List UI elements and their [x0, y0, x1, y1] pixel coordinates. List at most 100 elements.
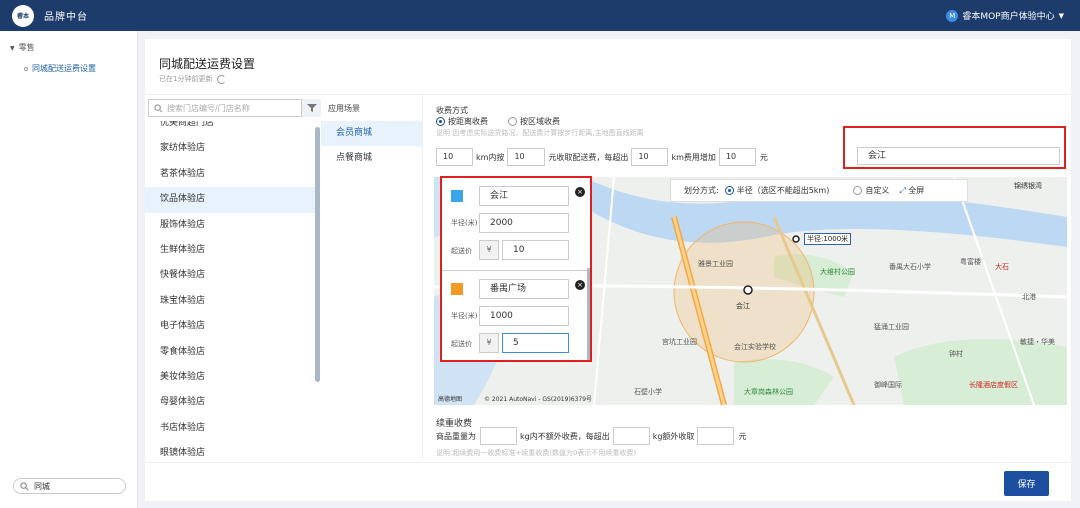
zone-name-input[interactable]: 番禺广场: [479, 279, 569, 299]
sidebar: ▼ 零售 同城配送运费设置 同城: [0, 31, 138, 508]
map-label: 御峰国际: [874, 381, 902, 389]
filter-icon[interactable]: [302, 99, 321, 117]
save-button[interactable]: 保存: [1004, 471, 1049, 496]
zone-min-input[interactable]: 10: [502, 240, 569, 260]
brand-title: 品牌中台: [44, 12, 88, 23]
map-label: 锦绣银湾: [1014, 182, 1042, 190]
update-status: 已在1分钟前更新: [159, 74, 227, 84]
store-list-item[interactable]: 优美商超门店: [145, 121, 316, 136]
scene-column: 应用场景 会员商城 点餐商城: [321, 95, 423, 459]
zone-color-swatch[interactable]: [451, 283, 463, 295]
close-icon[interactable]: ×: [575, 280, 585, 290]
charge-note: 说明:因考虑实际送货路况，配送费计算按步行距离,主地图直线距离: [436, 129, 644, 137]
close-icon[interactable]: ×: [575, 187, 585, 197]
weight-fee-row: 商品重量为 kg内不额外收费，每超出 kg额外收取 元: [436, 427, 746, 445]
page-title: 同城配送运费设置: [159, 57, 256, 71]
sidebar-group-retail[interactable]: ▼ 零售: [10, 42, 35, 53]
radio-unchecked-icon: [853, 186, 863, 195]
radio-checked-icon: [724, 186, 734, 195]
radio-by-region[interactable]: 按区域收费: [508, 116, 560, 127]
fullscreen-label: 全屏: [908, 186, 925, 195]
store-list-scrollbar[interactable]: [315, 127, 320, 382]
store-list-item[interactable]: 饮品体验店: [145, 187, 316, 213]
weight-free-input[interactable]: [480, 427, 517, 445]
brand-logo[interactable]: 睿本: [12, 4, 34, 27]
sidebar-search-input[interactable]: 同城: [13, 478, 126, 494]
search-icon: [20, 481, 29, 490]
weight-step-input[interactable]: [612, 427, 650, 445]
fullscreen-button[interactable]: ⤢ 全屏: [899, 185, 924, 196]
zone-radius-input[interactable]: 2000: [479, 213, 569, 233]
user-name: 睿本MOP商户体验中心: [962, 12, 1055, 22]
top-bar: 睿本 品牌中台 M 睿本MOP商户体验中心 ▼: [0, 0, 1080, 31]
division-mode-bar: 划分方式: 半径（选区不能超出5km) 自定义 ⤢ 全屏: [670, 179, 968, 202]
store-list-item[interactable]: 珠宝体验店: [145, 289, 316, 314]
store-list-item[interactable]: 母婴体验店: [145, 390, 316, 415]
store-list: 优美商超门店 家纺体验店 茗茶体验店 饮品体验店 服饰体验店 生鲜体验店 快餐体验店 珠宝体验…: [145, 121, 316, 461]
scene-item-member-mall[interactable]: 会员商城: [321, 121, 422, 146]
map-label: 会江: [736, 302, 750, 310]
divider: [145, 94, 1071, 95]
map-label: 雅景工业园: [698, 260, 733, 268]
zone-radius-label: 半径(米): [451, 219, 478, 227]
add-fee-input[interactable]: 10: [718, 148, 756, 166]
city-search-box: 会江: [843, 126, 1066, 169]
store-list-item[interactable]: 美妆体验店: [145, 365, 316, 390]
zone-name-input[interactable]: 会江: [479, 186, 569, 206]
refresh-icon[interactable]: [217, 74, 227, 84]
map-label: 钟村: [949, 350, 963, 358]
zone-min-label: 起送价: [451, 247, 472, 255]
zone-radius-input[interactable]: 1000: [479, 306, 569, 326]
zone-min-input[interactable]: 5: [502, 333, 569, 353]
search-icon: [154, 103, 163, 112]
chevron-down-icon: ▼: [1058, 11, 1064, 20]
map-label: 大章岗森林公园: [744, 388, 793, 396]
city-search-input[interactable]: 会江: [857, 147, 1060, 165]
radius-tag: 半径:1000米: [804, 233, 852, 245]
zone-color-swatch[interactable]: [451, 190, 463, 202]
map-label: 长隆酒店度假区: [969, 381, 1018, 389]
radio-by-distance-label: 按距离收费: [448, 117, 488, 126]
zones-panel: 会江 × 半径(米) 2000 起送价 ¥ 10 番禺广场 × 半径(米) 10…: [440, 176, 592, 362]
store-list-item[interactable]: 眼镜体验店: [145, 441, 316, 461]
division-mode-label: 划分方式:: [684, 186, 719, 195]
radio-radius-mode[interactable]: 半径（选区不能超出5km): [724, 185, 830, 196]
store-list-item[interactable]: 书店体验店: [145, 416, 316, 441]
currency-prefix: ¥: [479, 333, 499, 353]
store-list-item[interactable]: 茗茶体验店: [145, 162, 316, 187]
radius-mode-label: 半径（选区不能超出5km): [736, 186, 830, 195]
weight-prefix: 商品重量为: [436, 431, 476, 441]
per-km-input[interactable]: 10: [631, 148, 669, 166]
store-search-input[interactable]: 搜索门店编号/门店名称: [148, 99, 302, 117]
weight-unit: 元: [738, 431, 747, 441]
currency-prefix: ¥: [479, 240, 499, 260]
map-label: 会江实验学校: [734, 343, 776, 351]
store-list-item[interactable]: 家纺体验店: [145, 136, 316, 161]
map-label: 粤富楼: [960, 258, 981, 266]
within-km-input[interactable]: 10: [436, 148, 473, 166]
map-label: 石壁小学: [634, 388, 662, 396]
map-label: 大石: [995, 263, 1009, 271]
scene-item-order-mall[interactable]: 点餐商城: [321, 146, 422, 171]
bullet-icon: [24, 66, 28, 71]
store-list-item[interactable]: 生鲜体验店: [145, 238, 316, 263]
unit-yuan: 元: [759, 152, 768, 162]
store-list-item[interactable]: 快餐体验店: [145, 263, 316, 288]
store-list-item[interactable]: 服饰体验店: [145, 213, 316, 238]
charge-method-label: 收费方式: [436, 106, 468, 115]
radio-by-distance[interactable]: 按距离收费: [436, 116, 488, 127]
user-menu[interactable]: M 睿本MOP商户体验中心 ▼: [946, 9, 1064, 22]
radio-checked-icon: [436, 117, 445, 126]
radio-custom-mode[interactable]: 自定义: [853, 185, 889, 196]
weight-fee-input[interactable]: [697, 427, 735, 445]
sidebar-search-value: 同城: [34, 481, 50, 491]
base-fee-input[interactable]: 10: [507, 148, 546, 166]
per-km-text: km费用增加: [671, 152, 716, 162]
sidebar-item-delivery-fee[interactable]: 同城配送运费设置: [24, 63, 96, 74]
zones-scrollbar[interactable]: [587, 268, 590, 360]
zone-divider: [442, 270, 590, 271]
store-list-item[interactable]: 零食体验店: [145, 340, 316, 365]
store-search-placeholder: 搜索门店编号/门店名称: [167, 103, 250, 113]
store-list-item[interactable]: 电子体验店: [145, 314, 316, 339]
radio-by-region-label: 按区域收费: [520, 117, 560, 126]
